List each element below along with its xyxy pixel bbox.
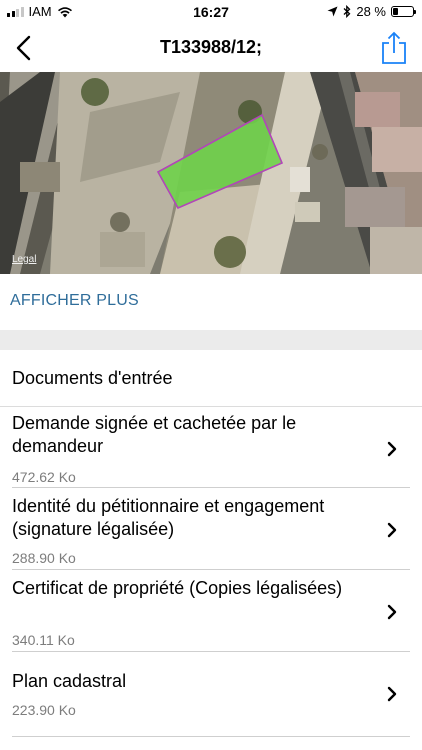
document-item[interactable]: Demande signée et cachetée par le demand… [0,412,422,488]
item-divider [12,736,410,737]
location-arrow-icon [327,6,338,17]
document-title: Identité du pétitionnaire et engagement … [12,496,325,539]
show-more-link[interactable]: AFFICHER PLUS [10,292,139,310]
document-title: Certificat de propriété (Copies légalisé… [12,578,343,598]
document-item[interactable]: Identité du pétitionnaire et engagement … [0,495,422,571]
document-title: Plan cadastral [12,671,127,691]
battery-level [393,8,398,15]
document-item[interactable]: Plan cadastral 223.90 Ko [0,670,422,730]
document-size: 288.90 Ko [12,550,76,566]
document-size: 340.11 Ko [12,632,75,648]
chevron-right-icon [387,441,397,457]
status-right: 28 % [327,4,416,19]
chevron-right-icon [387,604,397,620]
battery-percentage: 28 % [356,4,386,19]
item-divider [12,487,410,488]
battery-icon [391,6,416,17]
status-bar: IAM 16:27 28 % [0,0,422,24]
section-divider [0,406,422,407]
page-title: T133988/12; [159,37,263,57]
chevron-right-icon [387,522,397,538]
documents-section-title: Documents d'entrée [12,368,173,388]
item-divider [12,569,410,570]
document-size: 472.62 Ko [12,469,76,485]
legal-link[interactable]: Legal [12,254,36,265]
share-icon[interactable] [380,31,408,65]
chevron-right-icon [387,686,397,702]
satellite-map[interactable]: Legal [0,72,422,274]
bluetooth-icon [343,5,351,18]
section-separator [0,330,422,350]
satellite-imagery [0,72,422,274]
document-title: Demande signée et cachetée par le demand… [12,413,297,456]
document-item[interactable]: Certificat de propriété (Copies légalisé… [0,577,422,653]
navigation-bar: T133988/12; [0,24,422,72]
document-size: 223.90 Ko [12,702,76,718]
item-divider [12,651,410,652]
